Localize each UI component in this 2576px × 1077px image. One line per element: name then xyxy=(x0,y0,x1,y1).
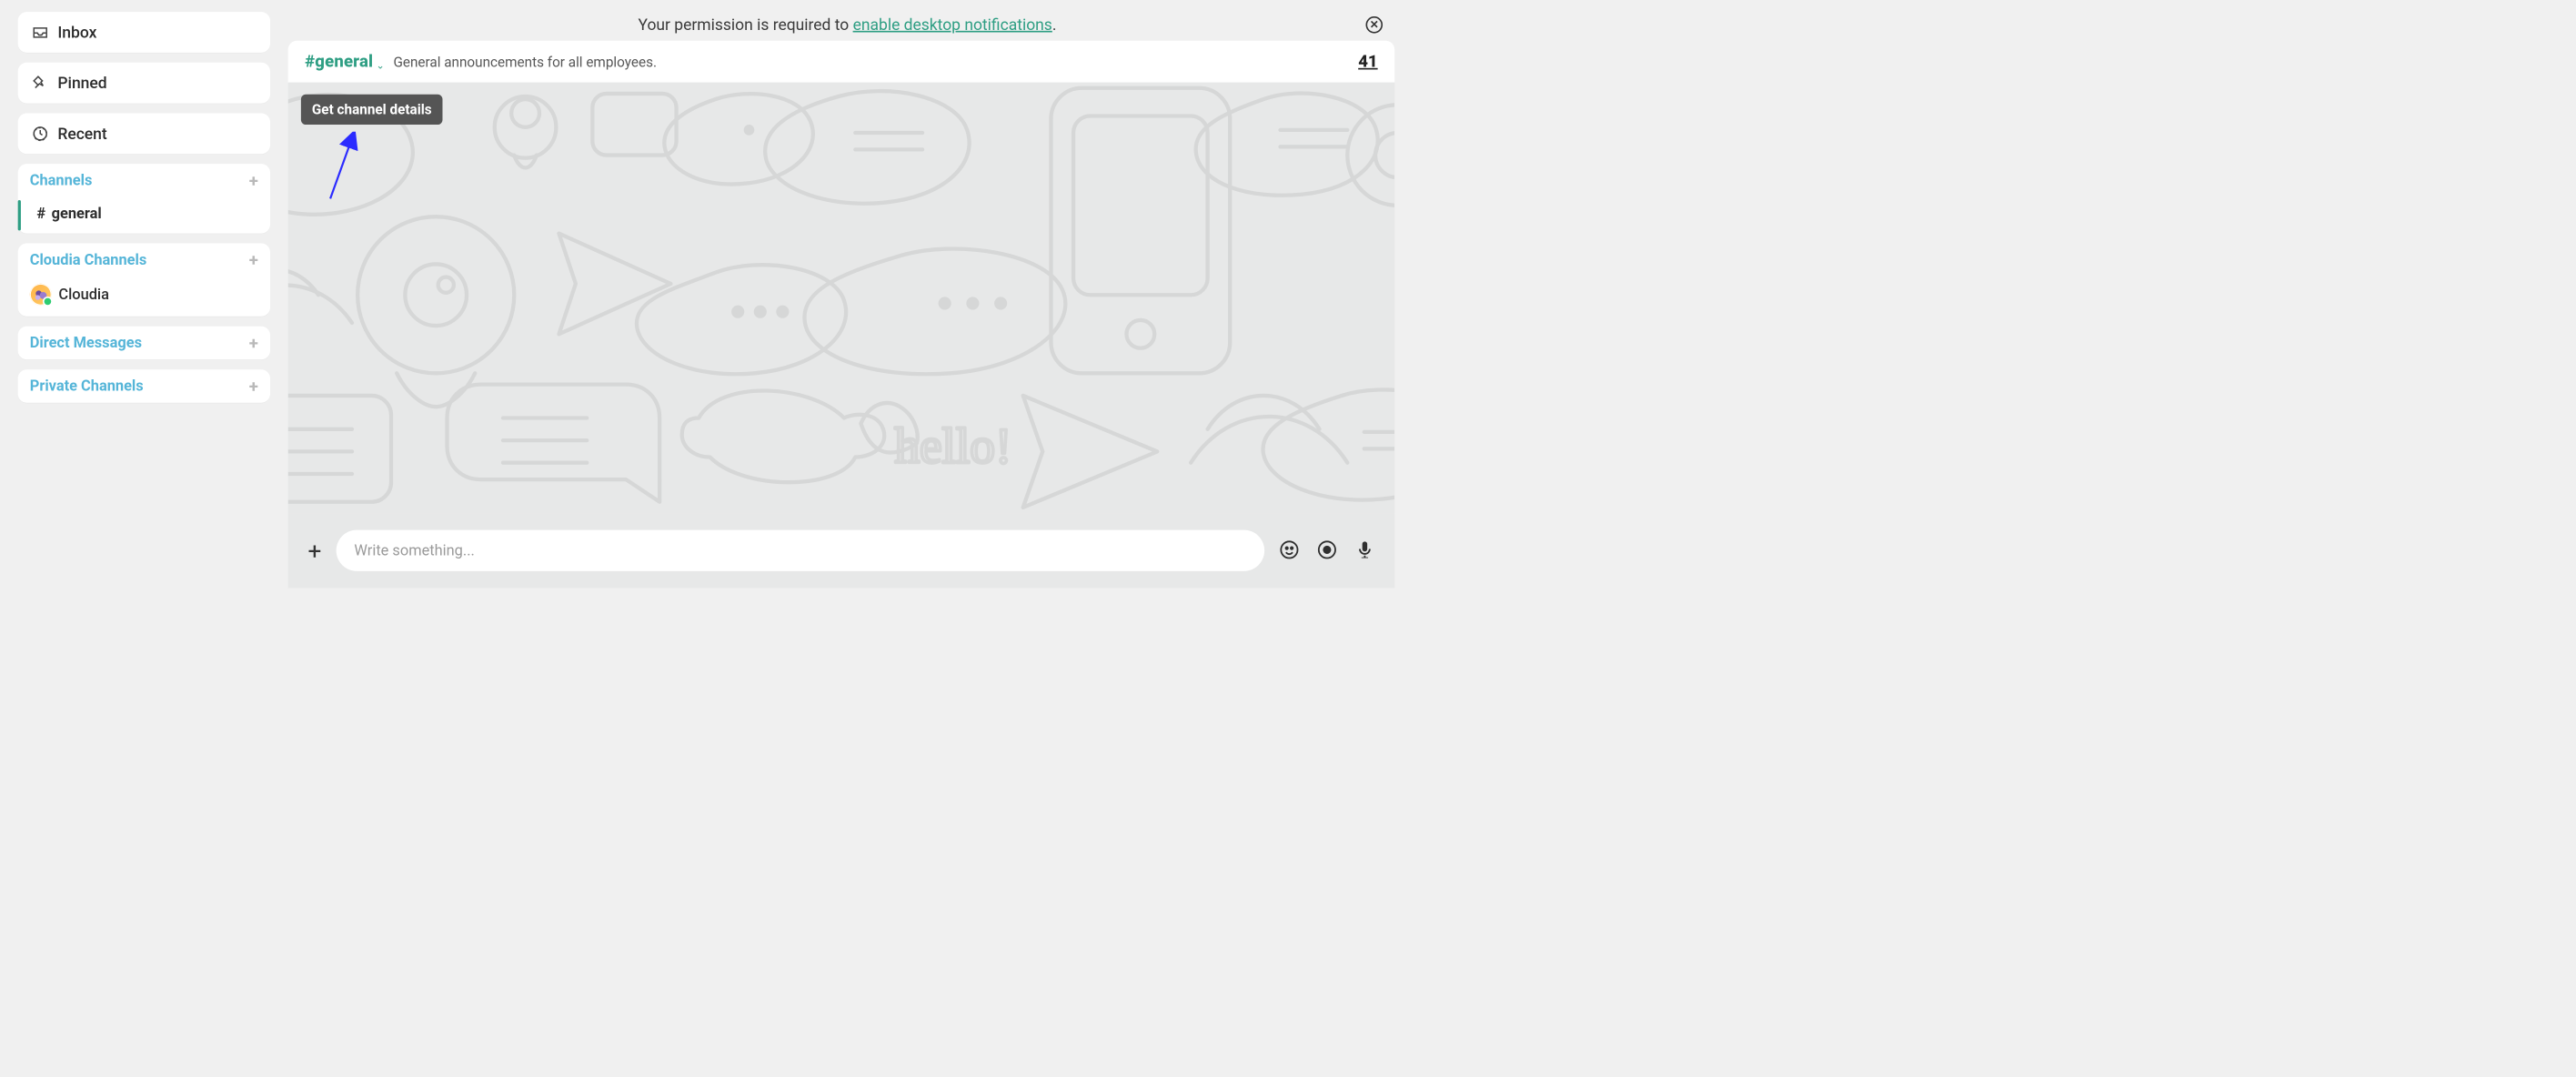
add-private-button[interactable]: + xyxy=(249,377,258,395)
nav-pinned-label: Pinned xyxy=(57,74,106,93)
channel-name: general xyxy=(52,205,102,222)
message-input[interactable]: Write something... xyxy=(337,530,1264,571)
chevron-down-icon: ⌄ xyxy=(376,59,384,71)
dms-label[interactable]: Direct Messages xyxy=(30,334,142,351)
composer: + Write something... xyxy=(288,513,1394,588)
channel-name-button[interactable]: #general ⌄ xyxy=(305,52,384,72)
cloudia-item[interactable]: Cloudia xyxy=(18,277,270,317)
pin-icon xyxy=(32,75,49,92)
channel-header: #general ⌄ General announcements for all… xyxy=(288,41,1394,83)
close-icon[interactable]: ✕ xyxy=(1366,16,1384,34)
cloudia-section: Cloudia Channels + Cloudia xyxy=(18,244,270,317)
add-attachment-button[interactable]: + xyxy=(308,538,322,562)
hash-icon: # xyxy=(36,205,45,222)
avatar xyxy=(30,284,52,306)
notification-text: Your permission is required to xyxy=(639,15,850,34)
background-pattern: hello! xyxy=(288,83,1394,513)
channel-general[interactable]: # general xyxy=(18,197,270,234)
member-count[interactable]: 41 xyxy=(1358,52,1377,72)
record-icon[interactable] xyxy=(1317,539,1337,561)
channels-label[interactable]: Channels xyxy=(30,172,93,189)
main-area: Your permission is required to enable de… xyxy=(288,0,1407,588)
private-section: Private Channels + xyxy=(18,369,270,403)
messages-area: hello! xyxy=(288,83,1394,513)
inbox-icon xyxy=(32,24,49,41)
emoji-icon[interactable] xyxy=(1279,539,1299,561)
private-label[interactable]: Private Channels xyxy=(30,377,144,395)
cloudia-name: Cloudia xyxy=(58,286,109,303)
nav-recent-label: Recent xyxy=(57,125,106,144)
message-placeholder: Write something... xyxy=(354,542,474,559)
notification-link[interactable]: enable desktop notifications xyxy=(853,15,1052,34)
channel-title: #general xyxy=(305,52,373,72)
nav-pinned-card[interactable]: Pinned xyxy=(18,63,270,104)
nav-inbox-card[interactable]: Inbox xyxy=(18,12,270,53)
add-cloudia-button[interactable]: + xyxy=(249,252,258,269)
microphone-icon[interactable] xyxy=(1354,539,1374,561)
dms-section: Direct Messages + xyxy=(18,327,270,360)
clock-icon xyxy=(32,126,49,143)
nav-inbox-label: Inbox xyxy=(57,23,96,42)
sidebar: Inbox Pinned Recent Channels + xyxy=(0,0,288,588)
channel-description: General announcements for all employees. xyxy=(393,55,657,71)
notification-bar: Your permission is required to enable de… xyxy=(288,9,1407,41)
cloudia-label[interactable]: Cloudia Channels xyxy=(30,251,146,268)
notification-suffix: . xyxy=(1052,15,1057,34)
nav-recent-card[interactable]: Recent xyxy=(18,113,270,154)
tooltip-channel-details: Get channel details xyxy=(301,95,443,125)
add-dm-button[interactable]: + xyxy=(249,335,258,352)
channels-section: Channels + # general xyxy=(18,164,270,233)
svg-text:hello!: hello! xyxy=(894,418,1011,474)
add-channel-button[interactable]: + xyxy=(249,172,258,189)
